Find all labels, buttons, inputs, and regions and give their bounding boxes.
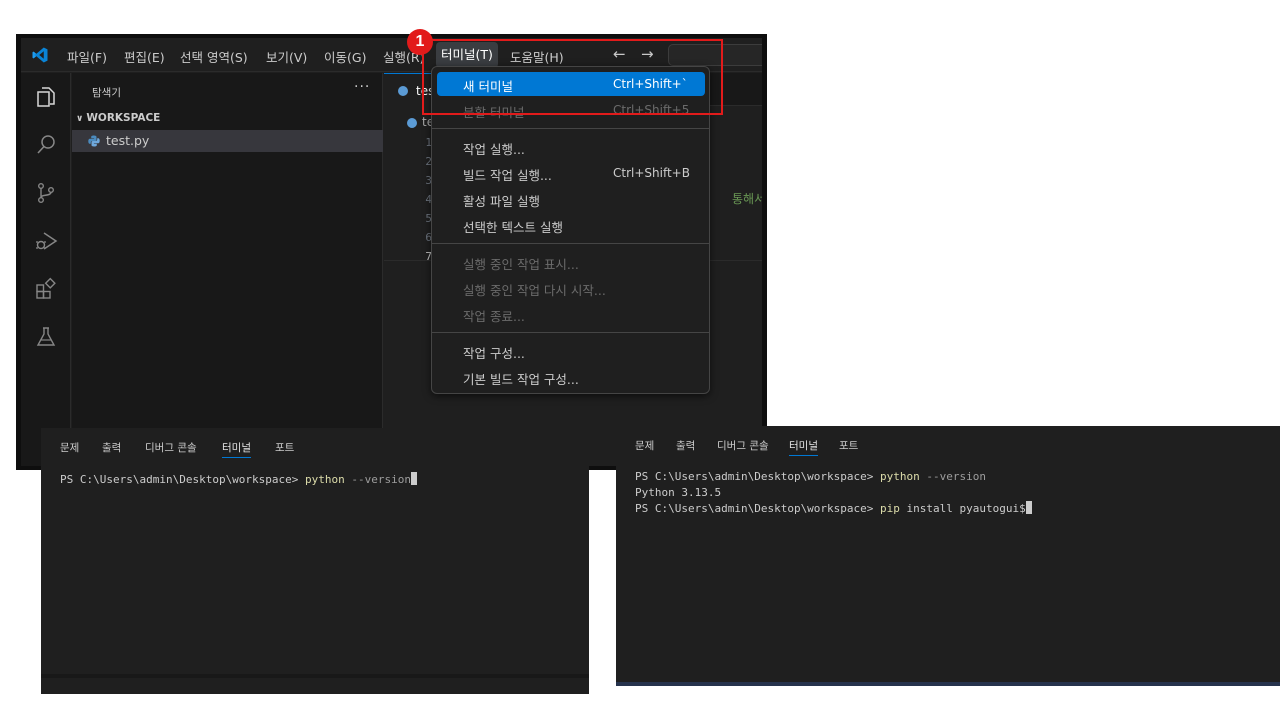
explorer-sidebar: 탐색기 ··· ∨ WORKSPACE test.py xyxy=(72,73,383,466)
file-name: test.py xyxy=(106,133,150,148)
workspace-label: WORKSPACE xyxy=(86,112,161,124)
menu-item-run-selected-text[interactable]: 선택한 텍스트 실행 xyxy=(437,213,705,237)
terminal-args: install pyautogui$ xyxy=(899,502,1026,515)
menu-separator xyxy=(432,243,709,244)
python-file-icon xyxy=(88,135,100,147)
terminal-cursor xyxy=(1025,501,1032,514)
panel-status-strip xyxy=(616,682,1280,686)
line-number: 2 xyxy=(425,155,432,168)
workspace-section-header[interactable]: ∨ WORKSPACE xyxy=(76,112,160,124)
panel-tab-debug-console[interactable]: 디버그 콘솔 xyxy=(717,438,769,453)
terminal-panel-after: 문제 출력 디버그 콘솔 터미널 포트 PS C:\Users\admin\De… xyxy=(616,426,1280,686)
menu-selection[interactable]: 선택 영역(S) xyxy=(180,47,248,66)
terminal-line: PS C:\Users\admin\Desktop\workspace> pyt… xyxy=(60,472,418,486)
menu-item-label: 작업 구성... xyxy=(463,346,525,361)
panel-tab-output[interactable]: 출력 xyxy=(102,440,121,455)
terminal-prompt: PS C:\Users\admin\Desktop\workspace> xyxy=(635,502,881,515)
code-comment-fragment: 통해서 를 xyxy=(732,192,762,206)
terminal-prompt: PS C:\Users\admin\Desktop\workspace> xyxy=(635,470,881,483)
line-number: 4 xyxy=(425,193,432,206)
terminal-output-line: Python 3.13.5 xyxy=(635,486,721,499)
panel-tab-output[interactable]: 출력 xyxy=(676,438,695,453)
menu-separator xyxy=(432,332,709,333)
menu-item-show-running-tasks[interactable]: 실행 중인 작업 표시... xyxy=(437,250,705,274)
extensions-icon[interactable] xyxy=(34,277,58,301)
line-number: 1 xyxy=(425,136,432,149)
terminal-args: --version xyxy=(344,473,412,486)
terminal-line: PS C:\Users\admin\Desktop\workspace> pip… xyxy=(635,501,1032,515)
menu-item-restart-running-task[interactable]: 실행 중인 작업 다시 시작... xyxy=(437,276,705,300)
panel-status-strip xyxy=(41,674,589,678)
menu-item-terminate-task[interactable]: 작업 종료... xyxy=(437,302,705,326)
menu-file[interactable]: 파일(F) xyxy=(67,47,107,66)
menu-item-label: 실행 중인 작업 다시 시작... xyxy=(463,283,606,298)
menu-item-run-active-file[interactable]: 활성 파일 실행 xyxy=(437,187,705,211)
terminal-command: pip xyxy=(880,502,900,515)
terminal-output: Python 3.13.5 xyxy=(635,486,722,499)
terminal-menu-dropdown: 새 터미널 Ctrl+Shift+` 분할 터미널 Ctrl+Shift+5 작… xyxy=(431,66,710,394)
chevron-down-icon: ∨ xyxy=(76,114,84,124)
menu-edit[interactable]: 편집(E) xyxy=(124,47,165,66)
menu-item-shortcut: Ctrl+Shift+B xyxy=(613,166,690,180)
menu-item-configure-tasks[interactable]: 작업 구성... xyxy=(437,339,705,363)
files-icon[interactable] xyxy=(34,85,58,109)
line-number: 5 xyxy=(425,212,432,225)
terminal-cursor xyxy=(411,472,418,485)
panel-tab-ports[interactable]: 포트 xyxy=(839,438,858,453)
source-control-icon[interactable] xyxy=(34,181,58,205)
terminal-command: python xyxy=(880,470,920,483)
panel-tab-problems[interactable]: 문제 xyxy=(635,438,654,453)
panel-tab-terminal[interactable]: 터미널 xyxy=(222,440,251,458)
menu-item-label: 실행 중인 작업 표시... xyxy=(463,257,579,272)
explorer-title: 탐색기 xyxy=(92,87,121,99)
panel-tab-terminal[interactable]: 터미널 xyxy=(789,438,818,456)
search-icon[interactable] xyxy=(34,133,58,157)
panel-tab-problems[interactable]: 문제 xyxy=(60,440,79,455)
testing-icon[interactable] xyxy=(34,325,58,349)
run-debug-icon[interactable] xyxy=(34,229,58,253)
step-number-badge: 1 xyxy=(407,29,433,55)
line-number: 3 xyxy=(425,174,432,187)
annotation-highlight-box xyxy=(422,39,723,115)
terminal-prompt: PS C:\Users\admin\Desktop\workspace> xyxy=(60,473,306,486)
menu-item-label: 활성 파일 실행 xyxy=(463,194,540,209)
panel-tab-ports[interactable]: 포트 xyxy=(275,440,294,455)
line-number: 6 xyxy=(425,231,432,244)
line-number-current: 7 xyxy=(425,250,432,263)
menu-item-label: 작업 종료... xyxy=(463,309,525,324)
menu-item-run-build-task[interactable]: 빌드 작업 실행... Ctrl+Shift+B xyxy=(437,161,705,185)
menu-item-run-task[interactable]: 작업 실행... xyxy=(437,135,705,159)
terminal-args: --version xyxy=(919,470,987,483)
menu-item-configure-default-build-task[interactable]: 기본 빌드 작업 구성... xyxy=(437,365,705,389)
menu-item-label: 빌드 작업 실행... xyxy=(463,168,552,183)
menu-item-label: 작업 실행... xyxy=(463,142,525,157)
python-file-icon xyxy=(398,86,408,96)
menu-view[interactable]: 보기(V) xyxy=(266,47,307,66)
terminal-panel-before: 문제 출력 디버그 콘솔 터미널 포트 PS C:\Users\admin\De… xyxy=(41,428,589,694)
python-file-icon xyxy=(407,118,417,128)
menu-item-label: 선택한 텍스트 실행 xyxy=(463,220,563,235)
menu-item-label: 기본 빌드 작업 구성... xyxy=(463,372,579,387)
menu-go[interactable]: 이동(G) xyxy=(324,47,366,66)
menu-separator xyxy=(432,128,709,129)
vscode-logo-icon xyxy=(32,47,48,63)
activity-bar xyxy=(21,73,71,466)
more-actions-icon[interactable]: ··· xyxy=(354,79,370,95)
file-tree-item[interactable]: test.py xyxy=(72,130,383,152)
panel-tab-debug-console[interactable]: 디버그 콘솔 xyxy=(145,440,197,455)
terminal-command: python xyxy=(305,473,345,486)
terminal-line: PS C:\Users\admin\Desktop\workspace> pyt… xyxy=(635,470,986,483)
